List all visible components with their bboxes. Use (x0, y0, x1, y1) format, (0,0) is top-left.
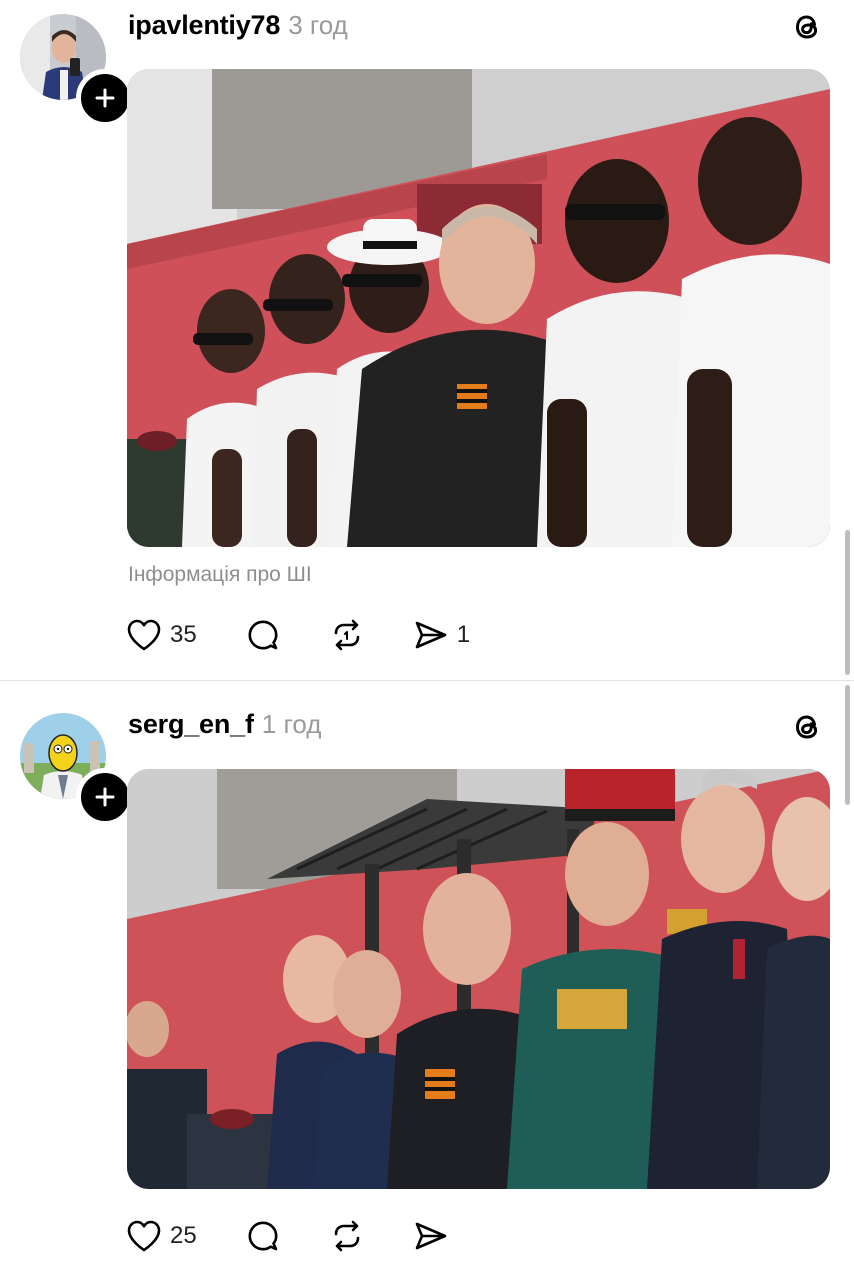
comment-icon (248, 1221, 278, 1251)
plus-icon (95, 88, 115, 108)
share-button[interactable] (413, 1216, 449, 1256)
follow-button[interactable] (76, 768, 134, 826)
username[interactable]: serg_en_f (128, 709, 254, 740)
post-header: ipavlentiy78 3 год (128, 10, 348, 50)
scrollbar[interactable] (845, 685, 850, 805)
photo-parade-tribune (127, 769, 830, 1189)
repost-icon (334, 619, 360, 651)
heart-icon (127, 619, 161, 651)
threads-icon[interactable] (790, 10, 824, 44)
follow-button[interactable] (76, 69, 134, 127)
scrollbar[interactable] (845, 530, 850, 675)
send-icon (415, 621, 447, 649)
send-icon (415, 1222, 447, 1250)
heart-icon (127, 1220, 161, 1252)
threads-icon[interactable] (790, 710, 824, 744)
repost-icon (334, 1220, 360, 1252)
like-button[interactable]: 35 (126, 615, 197, 655)
photo-parade-tribune (127, 69, 830, 547)
post-card[interactable]: ipavlentiy78 3 год Інформація про ШІ 35 … (0, 0, 854, 680)
repost-button[interactable] (329, 615, 365, 655)
like-button[interactable]: 25 (126, 1216, 197, 1256)
username[interactable]: ipavlentiy78 (128, 10, 280, 41)
post-actions: 25 (126, 1216, 449, 1256)
avatar-container[interactable] (20, 713, 134, 826)
ai-info-label[interactable]: Інформація про ШІ (128, 563, 312, 587)
post-card[interactable]: serg_en_f 1 год 25 (0, 681, 854, 1280)
comment-button[interactable] (245, 615, 281, 655)
share-button[interactable]: 1 (413, 615, 470, 655)
like-count: 35 (170, 621, 197, 648)
comment-icon (248, 620, 278, 650)
repost-button[interactable] (329, 1216, 365, 1256)
comment-button[interactable] (245, 1216, 281, 1256)
plus-icon (95, 787, 115, 807)
share-count: 1 (456, 621, 471, 648)
post-actions: 35 1 (126, 615, 470, 655)
avatar-container[interactable] (20, 14, 134, 127)
post-time: 3 год (288, 10, 348, 40)
post-header: serg_en_f 1 год (128, 709, 321, 749)
post-image[interactable] (127, 769, 830, 1189)
like-count: 25 (170, 1222, 197, 1249)
post-image[interactable] (127, 69, 830, 547)
post-time: 1 год (261, 709, 322, 739)
